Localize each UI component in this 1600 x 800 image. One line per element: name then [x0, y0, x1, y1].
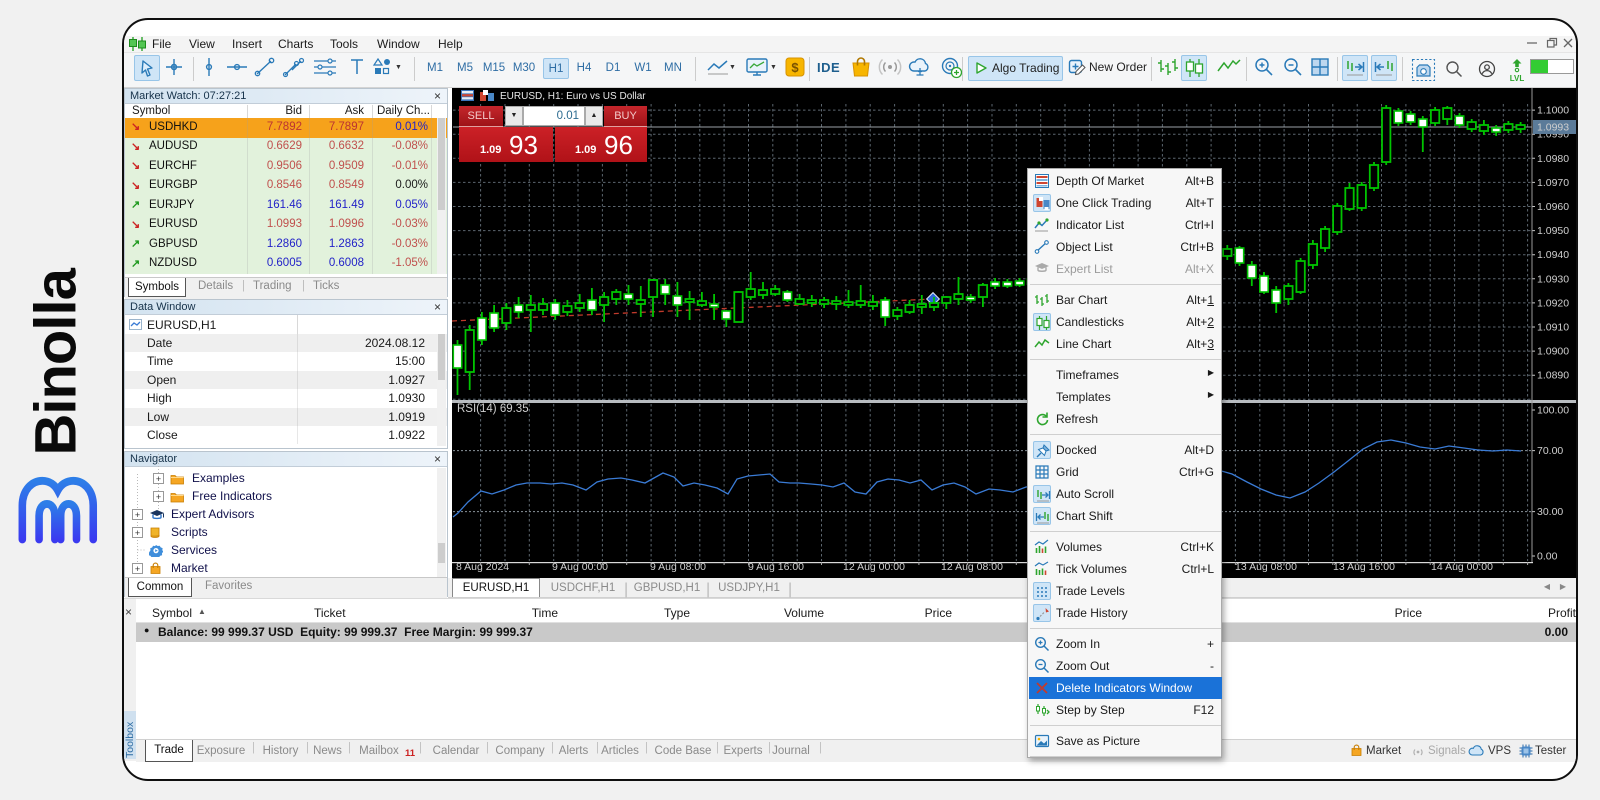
svg-text:0.00: 0.00: [1537, 551, 1558, 563]
svg-text:9 Aug 08:00: 9 Aug 08:00: [650, 561, 706, 573]
svg-text:1.0930: 1.0930: [1537, 273, 1569, 285]
svg-text:30.00: 30.00: [1537, 506, 1563, 518]
svg-text:14 Aug 00:00: 14 Aug 00:00: [1431, 561, 1493, 573]
svg-text:9 Aug 16:00: 9 Aug 16:00: [748, 561, 804, 573]
svg-text:1.0940: 1.0940: [1537, 249, 1569, 261]
svg-text:70.00: 70.00: [1537, 445, 1563, 457]
svg-text:8 Aug 2024: 8 Aug 2024: [456, 561, 509, 573]
svg-text:1.0960: 1.0960: [1537, 201, 1569, 213]
svg-text:$: $: [791, 60, 799, 75]
svg-text:EURUSD, H1: Euro vs US Dollar: EURUSD, H1: Euro vs US Dollar: [500, 91, 646, 102]
svg-text:RSI(14) 69.35: RSI(14) 69.35: [457, 403, 529, 415]
svg-text:1.0900: 1.0900: [1537, 346, 1569, 358]
svg-text:1.0920: 1.0920: [1537, 297, 1569, 309]
svg-text:1.0890: 1.0890: [1537, 370, 1569, 382]
svg-text:100.00: 100.00: [1537, 405, 1569, 417]
svg-text:LVL: LVL: [1510, 74, 1525, 83]
svg-text:9 Aug 00:00: 9 Aug 00:00: [552, 561, 608, 573]
svg-text:1.1000: 1.1000: [1537, 105, 1569, 117]
svg-text:1.0970: 1.0970: [1537, 177, 1569, 189]
svg-text:13 Aug 16:00: 13 Aug 16:00: [1333, 561, 1395, 573]
svg-text:13 Aug 08:00: 13 Aug 08:00: [1235, 561, 1297, 573]
svg-text:1.0980: 1.0980: [1537, 153, 1569, 165]
svg-text:1.0993: 1.0993: [1537, 122, 1569, 134]
svg-text:12 Aug 00:00: 12 Aug 00:00: [843, 561, 905, 573]
svg-text:12 Aug 08:00: 12 Aug 08:00: [941, 561, 1003, 573]
svg-text:1.0950: 1.0950: [1537, 225, 1569, 237]
svg-text:1.0910: 1.0910: [1537, 322, 1569, 334]
